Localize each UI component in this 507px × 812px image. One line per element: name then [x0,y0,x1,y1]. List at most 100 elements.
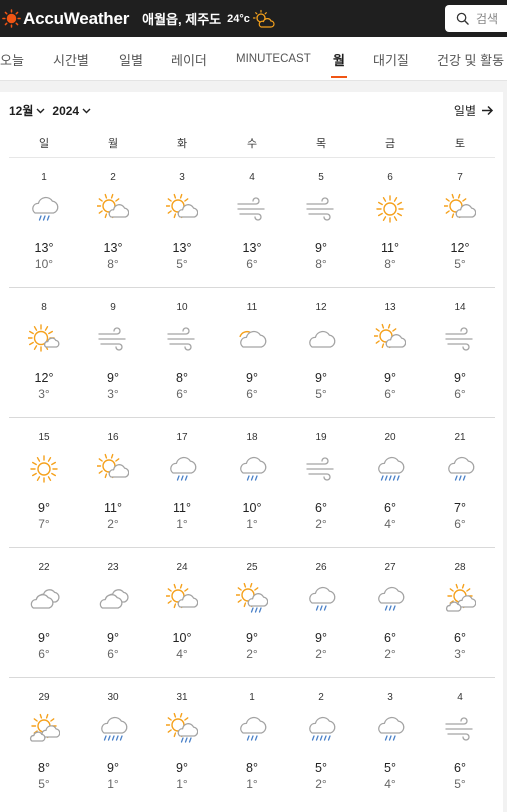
low-temperature: 5° [315,387,327,401]
day-number: 4 [249,172,255,183]
high-temperature: 9° [384,371,396,385]
calendar-day-cell[interactable]: 30 9° 1° [83,678,143,808]
day-number: 31 [176,692,188,703]
day-number: 4 [457,692,463,703]
high-temperature: 12° [34,371,54,385]
tab-monthly[interactable]: 월 [331,37,347,80]
calendar-day-cell[interactable]: 5 9° 8° [291,158,351,288]
day-number: 9 [110,302,116,313]
sun-cloud-double-icon [444,583,477,615]
calendar-day-cell[interactable]: 1 13° 10° [14,158,74,288]
tab-hourly[interactable]: 시간별 [53,37,89,80]
wind-icon [444,323,476,355]
wind-icon [236,193,268,225]
calendar-day-cell[interactable]: 25 9° 2° [222,548,282,678]
low-temperature: 3° [107,387,119,401]
low-temperature: 2° [315,517,327,531]
wind-icon [305,453,337,485]
calendar-day-cell[interactable]: 16 11° 2° [83,418,143,548]
arrow-right-icon [482,105,494,116]
day-number: 29 [38,692,50,703]
calendar-week-row: 15 9° 7° 16 11° 2° 17 11° 1° 18 10° 1° 19 6° 2° 20 6° 4°… [9,418,495,548]
day-number: 8 [41,302,47,313]
year-dropdown[interactable]: 2024 [52,104,79,118]
accuweather-logo[interactable]: AccuWeather [2,9,129,29]
search-box[interactable]: 검색 [445,5,507,32]
tab-minutecast[interactable]: MINUTECAST [236,37,311,80]
month-dropdown[interactable]: 12월 [9,102,33,119]
high-temperature: 11° [173,501,191,515]
calendar-week-row: 29 8° 5° 30 9° 1° 31 9° 1° 1 8° 1° 2 5° 2° 3 5° 4° 4 6° 5° [9,678,495,808]
low-temperature: 5° [454,257,466,271]
low-temperature: 4° [384,777,396,791]
tab-health-activities[interactable]: 건강 및 활동 [437,37,504,80]
calendar-day-cell[interactable]: 10 8° 6° [152,288,212,418]
location-name[interactable]: 애월읍, 제주도 [142,9,221,28]
calendar-day-cell[interactable]: 28 6° 3° [430,548,490,678]
calendar-day-cell[interactable]: 4 6° 5° [430,678,490,808]
sun-cloud-icon [373,323,407,355]
calendar-day-cell[interactable]: 7 12° 5° [430,158,490,288]
cloud-double-icon [28,583,60,615]
calendar-day-cell[interactable]: 6 11° 8° [360,158,420,288]
calendar-day-cell[interactable]: 13 9° 6° [360,288,420,418]
calendar-day-cell[interactable]: 19 6° 2° [291,418,351,548]
high-temperature: 13° [103,241,123,255]
calendar-day-cell[interactable]: 2 5° 2° [291,678,351,808]
calendar-day-cell[interactable]: 21 7° 6° [430,418,490,548]
calendar-day-cell[interactable]: 12 9° 5° [291,288,351,418]
calendar-day-cell[interactable]: 14 9° 6° [430,288,490,418]
tab-air-quality[interactable]: 대기질 [373,37,409,80]
calendar-day-cell[interactable]: 26 9° 2° [291,548,351,678]
calendar-day-cell[interactable]: 20 6° 4° [360,418,420,548]
calendar-day-cell[interactable]: 24 10° 4° [152,548,212,678]
tab-daily[interactable]: 일별 [119,37,143,80]
tab-today[interactable]: 오늘 [0,37,24,80]
high-temperature: 13° [242,241,262,255]
calendar-day-cell[interactable]: 23 9° 6° [83,548,143,678]
daily-forecast-link[interactable]: 일별 [454,102,494,119]
calendar-day-cell[interactable]: 11 9° 6° [222,288,282,418]
calendar-day-cell[interactable]: 22 9° 6° [14,548,74,678]
cloud-icon [305,323,337,355]
sun-icon [374,193,406,225]
day-number: 1 [41,172,47,183]
weekday-label: 목 [315,138,327,150]
sun-rain-icon [165,712,199,745]
calendar-day-cell[interactable]: 4 13° 6° [222,158,282,288]
high-temperature: 8° [176,371,188,385]
chevron-down-icon[interactable] [36,108,45,114]
day-number: 18 [246,432,258,443]
tab-radar[interactable]: 레이더 [171,37,207,80]
high-temperature: 9° [107,631,119,645]
calendar-day-cell[interactable]: 2 13° 8° [83,158,143,288]
calendar-day-cell[interactable]: 17 11° 1° [152,418,212,548]
day-number: 3 [387,692,393,703]
calendar-day-cell[interactable]: 9 9° 3° [83,288,143,418]
search-input[interactable]: 검색 [476,10,498,27]
rain-cloud-icon [305,583,337,615]
calendar-day-cell[interactable]: 31 9° 1° [152,678,212,808]
high-temperature: 8° [246,761,258,775]
calendar-day-cell[interactable]: 1 8° 1° [222,678,282,808]
high-temperature: 8° [38,761,50,775]
nav-tabs: 오늘 시간별 일별 레이더 MINUTECAST 월 대기질 건강 및 활동 [0,37,507,81]
sun-cloud-icon [443,193,477,225]
calendar-day-cell[interactable]: 8 12° 3° [14,288,74,418]
calendar-day-cell[interactable]: 15 9° 7° [14,418,74,548]
low-temperature: 6° [246,257,258,271]
calendar-day-cell[interactable]: 3 5° 4° [360,678,420,808]
chevron-down-icon[interactable] [82,108,91,114]
day-number: 22 [38,562,50,573]
calendar-day-cell[interactable]: 29 8° 5° [14,678,74,808]
day-number: 23 [107,562,119,573]
rain-cloud-heavy-icon [97,713,129,745]
high-temperature: 9° [315,631,327,645]
calendar-day-cell[interactable]: 27 6° 2° [360,548,420,678]
day-number: 13 [384,302,396,313]
calendar-day-cell[interactable]: 18 10° 1° [222,418,282,548]
calendar-day-cell[interactable]: 3 13° 5° [152,158,212,288]
calendar-week-row: 22 9° 6° 23 9° 6° 24 10° 4° 25 9° 2° 26 9° 2° 27 6° 2° 28 6… [9,548,495,678]
high-temperature: 11° [104,501,122,515]
day-number: 21 [454,432,466,443]
